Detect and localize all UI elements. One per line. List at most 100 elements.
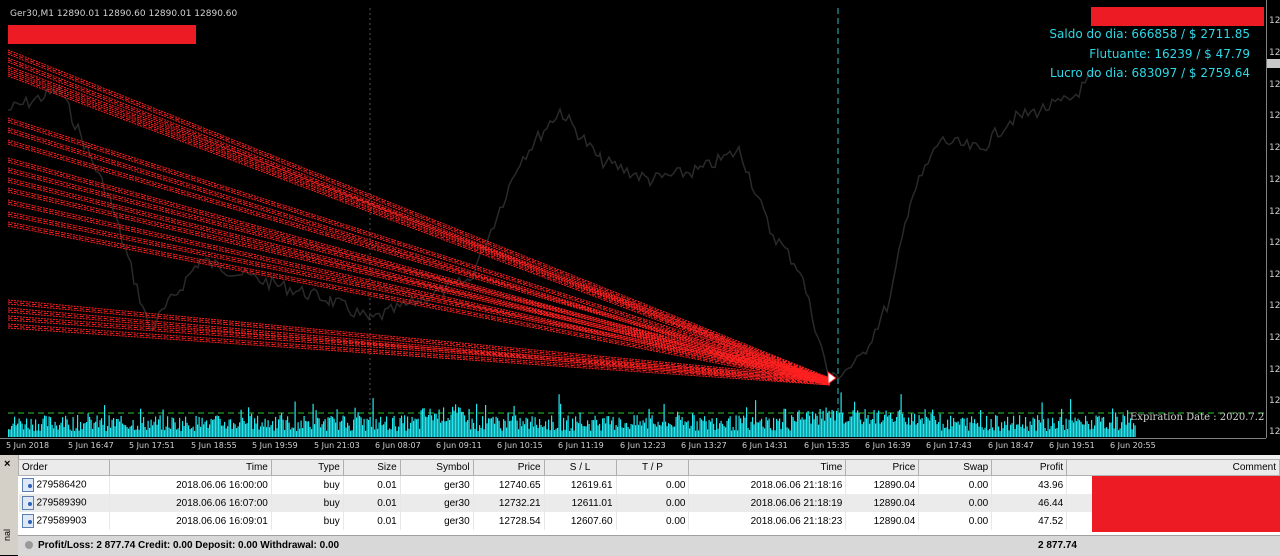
- col-order[interactable]: Order: [18, 459, 110, 476]
- volume-bar: [107, 426, 109, 437]
- volume-bar: [182, 421, 184, 437]
- volume-bar: [9, 429, 11, 437]
- volume-bar: [389, 428, 391, 437]
- volume-bar: [981, 427, 983, 437]
- price-label: 128: [1269, 16, 1280, 26]
- order-number: 279589390: [36, 497, 87, 509]
- col-close-time[interactable]: Time: [688, 459, 847, 476]
- table-row[interactable]: 279586420 2018.06.06 16:00:00 buy 0.01 g…: [18, 475, 1280, 494]
- volume-bar: [513, 405, 515, 437]
- volume-bar: [207, 428, 209, 437]
- volume-bar: [1109, 422, 1111, 437]
- volume-bar: [642, 420, 644, 437]
- col-profit[interactable]: Profit: [991, 459, 1068, 476]
- volume-bar: [329, 417, 331, 437]
- volume-bar: [621, 427, 623, 437]
- col-open-time[interactable]: Time: [108, 459, 272, 476]
- price-cell: 12732.21: [473, 494, 545, 512]
- volume-bar: [693, 415, 695, 437]
- volume-bar: [705, 421, 707, 437]
- volume-bar: [150, 419, 152, 437]
- volume-bar: [29, 429, 31, 437]
- trend-line: [7, 51, 831, 380]
- volume-bar: [968, 430, 970, 437]
- trend-line: [7, 189, 831, 380]
- volume-bar: [32, 424, 34, 437]
- col-size[interactable]: Size: [342, 459, 401, 476]
- volume-bar: [843, 423, 845, 437]
- volume-bar: [840, 392, 842, 437]
- col-comment[interactable]: Comment: [1066, 459, 1280, 476]
- volume-bar: [1013, 415, 1015, 437]
- volume-bar: [482, 416, 484, 437]
- price-label: 128: [1269, 238, 1280, 248]
- volume-bar: [446, 421, 448, 437]
- volume-bar: [797, 411, 799, 437]
- col-price[interactable]: Price: [472, 459, 545, 476]
- volume-bar: [1046, 431, 1048, 437]
- col-swap[interactable]: Swap: [918, 459, 993, 476]
- volume-bar: [362, 425, 364, 437]
- volume-bar: [794, 420, 796, 437]
- volume-bar: [251, 413, 253, 437]
- col-tp[interactable]: T / P: [615, 459, 690, 476]
- volume-bar: [62, 417, 64, 437]
- volume-bar: [717, 428, 719, 437]
- volume-bar: [330, 416, 332, 437]
- volume-bar: [629, 428, 631, 437]
- table-row[interactable]: 279589903 2018.06.06 16:09:01 buy 0.01 g…: [18, 512, 1280, 530]
- volume-bar: [390, 429, 392, 437]
- volume-bar: [647, 428, 649, 437]
- volume-bar: [291, 427, 293, 437]
- volume-bar: [900, 394, 902, 437]
- col-symbol[interactable]: Symbol: [399, 459, 474, 476]
- volume-bar: [299, 428, 301, 437]
- price-chart[interactable]: Ger30,M1 12890.01 12890.60 12890.01 1289…: [0, 0, 1280, 455]
- volume-bar: [594, 415, 596, 437]
- volume-bar: [1022, 424, 1024, 437]
- volume-bar: [1041, 402, 1043, 437]
- volume-bar: [609, 424, 611, 437]
- col-close-price[interactable]: Price: [845, 459, 920, 476]
- type-cell: buy: [271, 512, 344, 530]
- volume-bar: [191, 428, 193, 437]
- col-sl[interactable]: S / L: [543, 459, 617, 476]
- time-label: 5 Jun 16:47: [68, 441, 114, 450]
- volume-bar: [680, 419, 682, 437]
- col-type[interactable]: Type: [270, 459, 344, 476]
- volume-bar: [543, 426, 545, 437]
- volume-bar: [654, 424, 656, 437]
- close-icon[interactable]: ×: [4, 458, 10, 470]
- volume-bar: [195, 415, 197, 437]
- volume-bar: [8, 429, 10, 437]
- volume-bar: [1097, 417, 1099, 437]
- volume-bar: [893, 422, 895, 437]
- volume-bar: [983, 429, 985, 437]
- volume-bar: [314, 424, 316, 437]
- volume-bar: [540, 425, 542, 437]
- volume-bar: [492, 416, 494, 437]
- volume-bar: [276, 428, 278, 437]
- profit-cell: 43.96: [991, 475, 1068, 494]
- volume-bar: [179, 417, 181, 437]
- volume-bar: [935, 420, 937, 437]
- volume-bar: [1088, 424, 1090, 437]
- volume-bar: [809, 415, 811, 437]
- volume-bar: [261, 422, 263, 437]
- volume-bar: [1014, 428, 1016, 437]
- volume-bar: [275, 416, 277, 437]
- profit-cell: 47.52: [991, 512, 1068, 530]
- close-price-cell: 12890.04: [845, 512, 920, 530]
- volume-bar: [396, 430, 398, 437]
- volume-bar: [849, 416, 851, 437]
- volume-bar: [156, 424, 158, 437]
- trend-line: [7, 187, 831, 379]
- volume-bar: [990, 419, 992, 437]
- volume-bar: [686, 422, 688, 437]
- trend-line: [7, 53, 831, 382]
- table-row[interactable]: 279589390 2018.06.06 16:07:00 buy 0.01 g…: [18, 494, 1280, 512]
- volume-bar: [996, 415, 998, 437]
- volume-bar: [753, 424, 755, 437]
- volume-bar: [113, 418, 115, 437]
- volume-bar: [356, 417, 358, 437]
